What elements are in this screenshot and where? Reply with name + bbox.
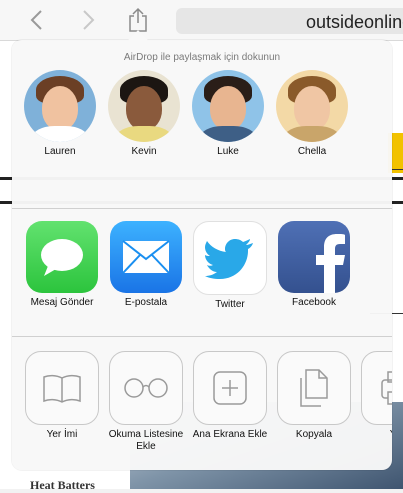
share-app-mail[interactable]: E-postala: [104, 221, 188, 309]
person-name: Kevin: [131, 146, 157, 157]
browser-toolbar: outsideonline: [0, 0, 403, 41]
copy-icon: [277, 351, 351, 425]
airdrop-person-chella[interactable]: Chella: [274, 70, 350, 158]
share-app-label: E-postala: [124, 297, 168, 308]
avatar: [24, 70, 96, 142]
twitter-icon: [193, 221, 267, 295]
share-icon: [129, 7, 147, 32]
action-reading-list[interactable]: Okuma Listesine Ekle: [104, 351, 188, 453]
page-caption: Heat Batters: [30, 478, 95, 492]
person-name: Lauren: [44, 146, 76, 157]
avatar: [276, 70, 348, 142]
airdrop-person-kevin[interactable]: Kevin: [106, 70, 182, 158]
forward-button[interactable]: [75, 6, 103, 34]
facebook-icon: [278, 221, 350, 293]
back-button[interactable]: [22, 6, 50, 34]
print-icon: [361, 351, 392, 425]
share-actions-row: Yer İmi Okuma Listesine Ekle Ana Ekrana …: [12, 336, 392, 470]
mail-icon: [110, 221, 182, 293]
avatar: [192, 70, 264, 142]
action-label: Yaz: [356, 429, 392, 441]
share-app-twitter[interactable]: Twitter: [188, 221, 272, 311]
action-label: Okuma Listesine Ekle: [108, 429, 184, 452]
chevron-left-icon: [30, 10, 42, 30]
action-label: Ana Ekrana Ekle: [192, 429, 268, 440]
chevron-right-icon: [83, 10, 95, 30]
airdrop-hint: AirDrop ile paylaşmak için dokunun: [123, 52, 281, 63]
share-app-label: Mesaj Gönder: [30, 297, 94, 308]
share-sheet: AirDrop ile paylaşmak için dokunun Laure…: [12, 40, 392, 470]
share-apps-row: Mesaj Gönder E-postala Twitter Facebook: [12, 208, 392, 337]
person-name: Chella: [297, 146, 327, 157]
share-app-messages[interactable]: Mesaj Gönder: [20, 221, 104, 309]
avatar: [108, 70, 180, 142]
bookmark-book-icon: [25, 351, 99, 425]
action-add-to-home[interactable]: Ana Ekrana Ekle: [188, 351, 272, 441]
action-label: Yer İmi: [46, 429, 78, 440]
share-app-facebook[interactable]: Facebook: [272, 221, 356, 309]
share-app-label: Twitter: [215, 299, 245, 310]
airdrop-person-luke[interactable]: Luke: [190, 70, 266, 158]
action-label: Kopyala: [295, 429, 333, 440]
action-copy[interactable]: Kopyala: [272, 351, 356, 441]
airdrop-person-lauren[interactable]: Lauren: [22, 70, 98, 158]
action-print[interactable]: Yaz: [356, 351, 392, 441]
reading-list-glasses-icon: [109, 351, 183, 425]
address-bar[interactable]: outsideonline: [176, 8, 403, 34]
share-app-label: Facebook: [292, 297, 336, 308]
messages-icon: [26, 221, 98, 293]
person-name: Luke: [217, 146, 239, 157]
action-bookmark[interactable]: Yer İmi: [20, 351, 104, 441]
add-to-home-icon: [193, 351, 267, 425]
address-text: outsideonline: [306, 12, 403, 32]
